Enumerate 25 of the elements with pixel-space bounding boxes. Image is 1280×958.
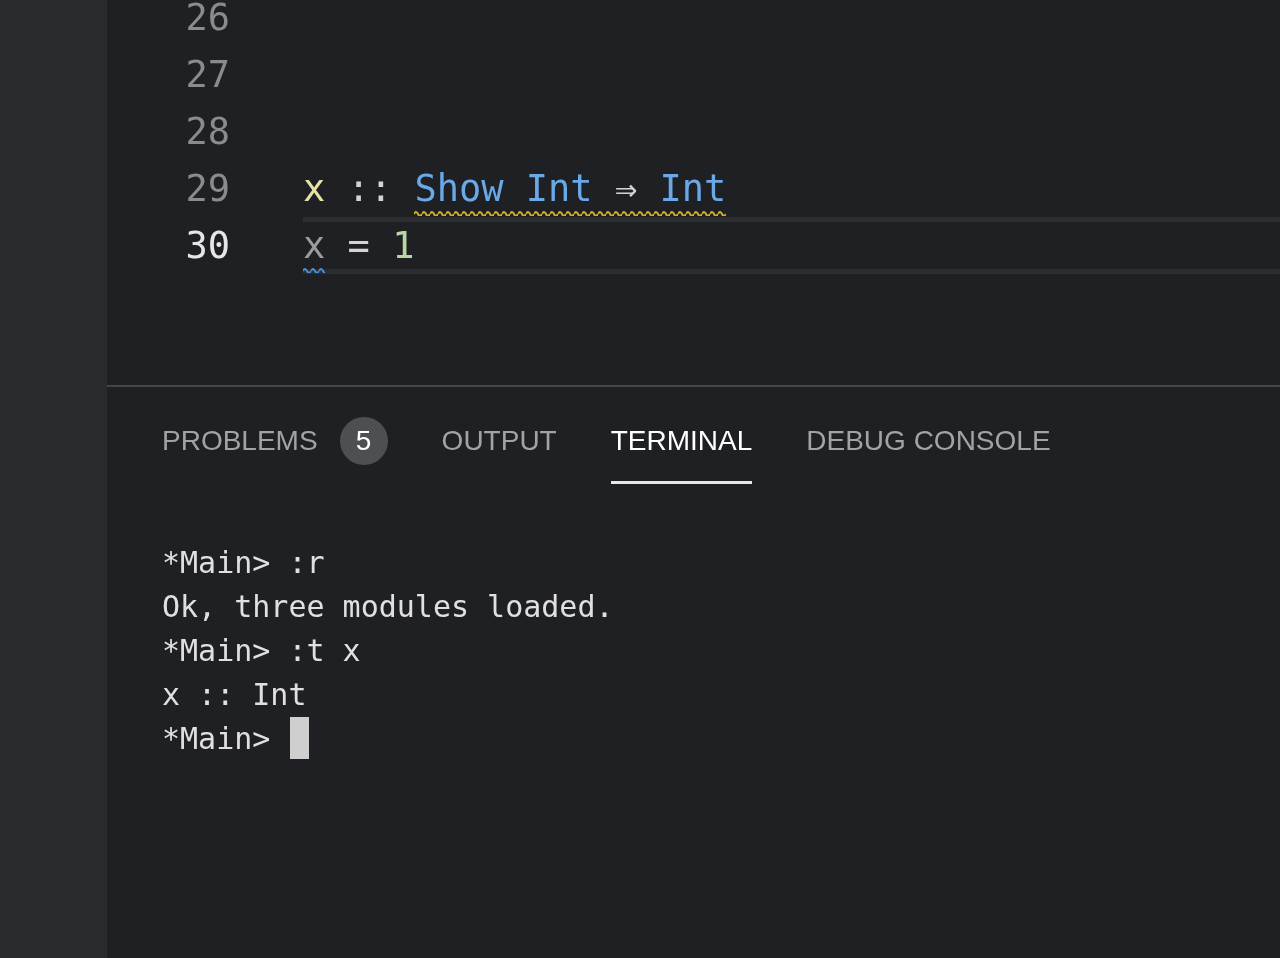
terminal-line: *Main> :r — [162, 544, 325, 580]
code-token: x — [303, 224, 326, 267]
count-badge: 5 — [339, 417, 388, 465]
line-number: 26 — [184, 0, 230, 39]
panel-tab[interactable]: PROBLEMS — [162, 398, 318, 484]
panel-tab[interactable]: TERMINAL — [610, 398, 753, 484]
code-token: x — [303, 167, 326, 210]
code-token: ⇒ — [614, 167, 638, 210]
code-token: Int — [525, 167, 593, 210]
code-token: Show — [414, 167, 504, 210]
line-number: 30 — [184, 224, 230, 267]
code-token: Int — [659, 167, 727, 210]
code-token: = — [347, 224, 370, 267]
info-squiggle — [303, 267, 326, 273]
terminal-line: Ok, three modules loaded. — [162, 588, 614, 624]
terminal-line: x :: Int — [162, 676, 307, 712]
code-token: :: — [347, 167, 393, 210]
panel-tab[interactable]: DEBUG CONSOLE — [806, 398, 1051, 484]
terminal-line: *Main> — [162, 720, 272, 756]
line-number: 29 — [184, 167, 230, 210]
line-number: 28 — [184, 110, 230, 153]
line-number: 27 — [184, 53, 230, 96]
code-token: 1 — [392, 224, 415, 267]
terminal-line: *Main> :t x — [162, 632, 361, 668]
panel-tab[interactable]: OUTPUT — [441, 398, 557, 484]
